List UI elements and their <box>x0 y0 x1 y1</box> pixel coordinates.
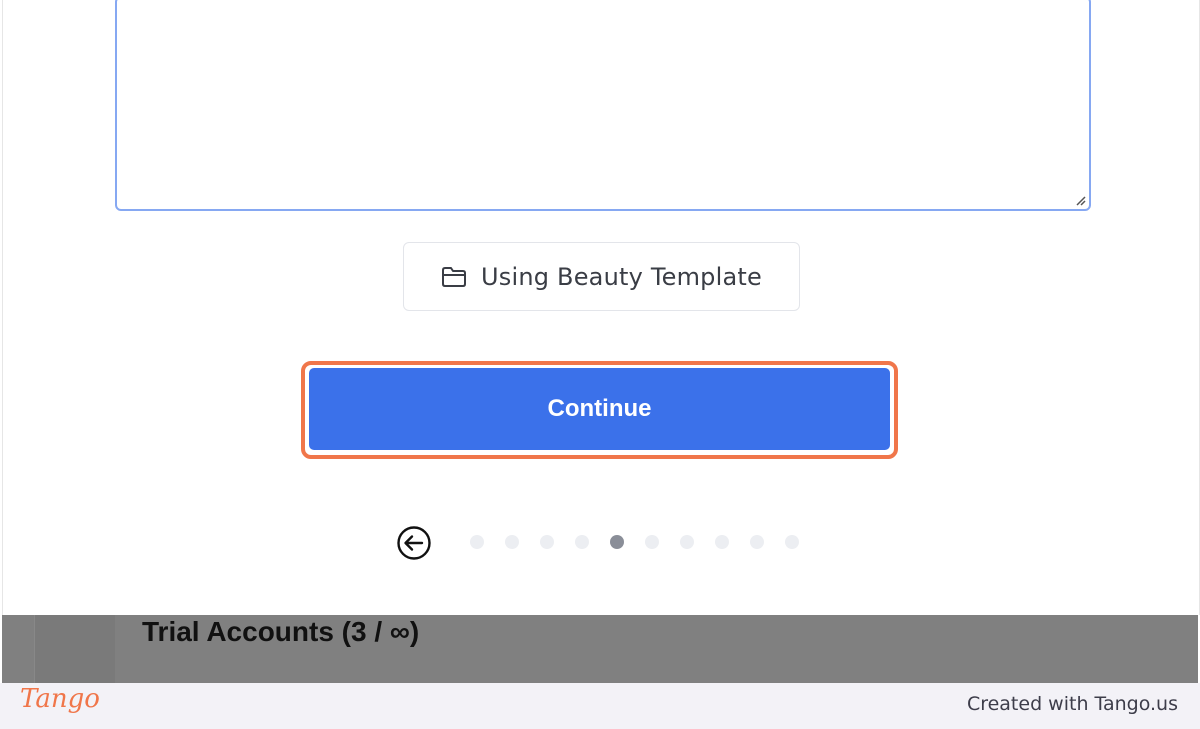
folder-icon <box>442 266 467 287</box>
template-button-label: Using Beauty Template <box>481 262 762 291</box>
background-page-title: Trial Accounts (3 / ∞) <box>142 616 420 647</box>
background-sidebar <box>34 615 115 685</box>
step-dot[interactable] <box>540 535 554 549</box>
step-dot[interactable] <box>470 535 484 549</box>
step-dot[interactable] <box>575 535 589 549</box>
continue-button[interactable]: Continue <box>309 368 890 450</box>
template-button[interactable]: Using Beauty Template <box>403 242 800 311</box>
description-textarea[interactable] <box>115 0 1091 211</box>
continue-button-label: Continue <box>547 395 652 422</box>
step-dot-active[interactable] <box>610 535 624 549</box>
tango-logo: Tango <box>20 684 100 714</box>
step-dot[interactable] <box>505 535 519 549</box>
arrow-left-circle-icon[interactable] <box>396 525 432 561</box>
step-indicator <box>470 535 799 549</box>
step-dot[interactable] <box>680 535 694 549</box>
screen: Using Beauty Template Continue Trial Acc… <box>0 0 1200 729</box>
step-dot[interactable] <box>750 535 764 549</box>
resize-handle-icon[interactable] <box>1074 194 1086 206</box>
step-dot[interactable] <box>785 535 799 549</box>
step-dot[interactable] <box>715 535 729 549</box>
step-dot[interactable] <box>645 535 659 549</box>
created-with-text: Created with Tango.us <box>966 693 1178 715</box>
